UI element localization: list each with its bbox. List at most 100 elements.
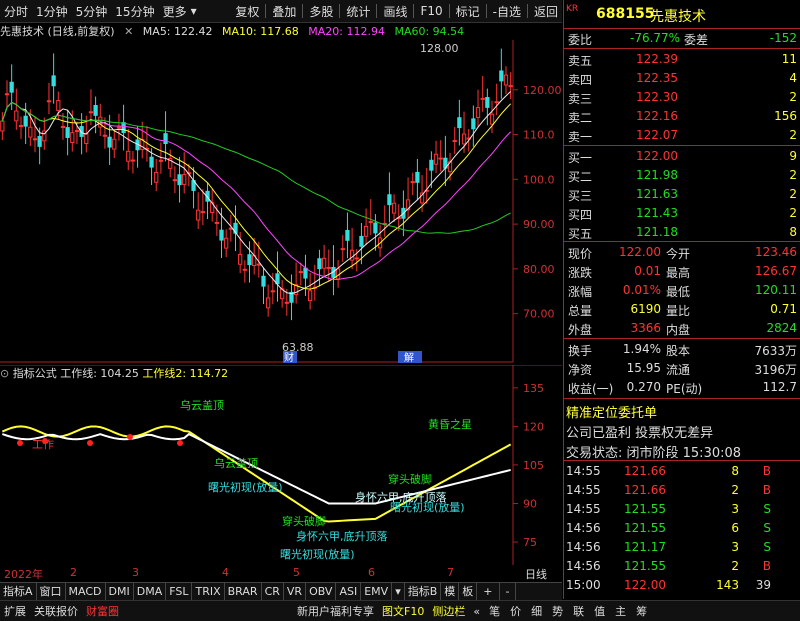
month-label: 7 <box>447 566 454 579</box>
quote-tab-zhu[interactable]: 主 <box>610 603 631 619</box>
candle-body <box>46 100 52 103</box>
indicator-name[interactable]: 指标公式 <box>13 367 57 380</box>
stats-button[interactable]: 统计 <box>342 3 374 20</box>
quote-tab-xi[interactable]: 细 <box>526 603 547 619</box>
tab-macd[interactable]: MACD <box>66 583 106 600</box>
tab-obv[interactable]: OBV <box>306 583 337 600</box>
sidebar-button[interactable]: 侧边栏 <box>428 603 469 619</box>
quote-tab-jia[interactable]: 价 <box>505 603 526 619</box>
bid-price[interactable]: 121.43 <box>636 206 678 220</box>
quote-tab-zhi[interactable]: 值 <box>589 603 610 619</box>
bid-label: 买五 <box>568 227 593 241</box>
ask-volume: 11 <box>781 52 797 66</box>
period-tab-15min[interactable]: 15分钟 <box>111 3 158 20</box>
bid-price[interactable]: 121.98 <box>636 168 678 182</box>
quote-panel: KR 688155 先惠技术 委比 -76.77% 委差 -152 卖五 122… <box>563 0 800 599</box>
high-price-annotation: 128.00 <box>420 42 459 55</box>
period-tab-1min[interactable]: 1分钟 <box>32 3 72 20</box>
tab-window[interactable]: 窗口 <box>37 583 66 600</box>
candle-body <box>200 211 206 214</box>
stat-value: 6190 <box>630 302 661 316</box>
tick-side: S <box>763 540 771 554</box>
stock-name[interactable]: 先惠技术 <box>650 6 706 26</box>
more-dropdown-icon[interactable]: ▾ <box>191 4 197 18</box>
period-tab-5min[interactable]: 5分钟 <box>72 3 112 20</box>
tick-time: 14:55 <box>566 464 601 478</box>
f10-graphic-button[interactable]: 图文F10 <box>378 603 428 619</box>
quote-tab-shi[interactable]: 势 <box>547 603 568 619</box>
ask-price[interactable]: 122.39 <box>636 52 678 66</box>
tab-dmi[interactable]: DMI <box>106 583 134 600</box>
tick-row: 15:00 122.00 143 39 <box>564 577 800 595</box>
overlay-button[interactable]: 叠加 <box>268 3 300 20</box>
signal-annotation: 黄昏之星 <box>428 417 472 431</box>
indicator-chart[interactable]: 1351201059075乌云盖顶乌云盖顶曙光初现(放量)黄昏之星穿头破脚身怀六… <box>0 365 562 565</box>
bid-row: 买五 121.18 8 <box>564 224 800 242</box>
tab-board[interactable]: 板 <box>459 583 478 600</box>
tab-indicator-a[interactable]: 指标A <box>0 583 37 600</box>
candle-body <box>415 171 420 183</box>
tab-indicator-b[interactable]: 指标B <box>405 583 442 600</box>
settings-icon[interactable]: ✕ <box>124 25 133 38</box>
f10-button[interactable]: F10 <box>416 4 446 18</box>
tab-asi[interactable]: ASI <box>336 583 362 600</box>
candle-body <box>298 271 303 274</box>
bid-price[interactable]: 121.63 <box>636 187 678 201</box>
stat2-row: 收益(一) 0.270 PE(动) 112.7 <box>564 379 800 397</box>
stat-value: 3196万 <box>754 363 797 377</box>
tab-cr[interactable]: CR <box>262 583 284 600</box>
expand-button[interactable]: 扩展 <box>0 603 30 619</box>
month-label: 3 <box>132 566 139 579</box>
fuquan-button[interactable]: 复权 <box>231 3 263 20</box>
tab-brar[interactable]: BRAR <box>225 583 262 600</box>
candle-body <box>503 74 509 86</box>
signal-annotation: 身怀六甲,底升顶落 <box>296 529 388 543</box>
draw-line-button[interactable]: 画线 <box>379 3 411 20</box>
tab-template[interactable]: 模 <box>441 583 460 600</box>
zoom-in-button[interactable]: + <box>477 583 500 600</box>
mark-button[interactable]: 标记 <box>452 3 484 20</box>
bid-row: 买四 121.43 2 <box>564 205 800 223</box>
candle-body <box>158 159 164 162</box>
sidebar-chevron-icon[interactable]: « <box>469 605 484 618</box>
kline-chart[interactable]: 120.00110.0100.090.0080.0070.00128.0063.… <box>0 40 562 365</box>
period-tab-more[interactable]: 更多 <box>159 3 191 20</box>
ask-price[interactable]: 122.35 <box>636 71 678 85</box>
candle-body <box>60 125 66 128</box>
back-button[interactable]: 返回 <box>530 3 562 20</box>
quote-tab-bi[interactable]: 笔 <box>484 603 505 619</box>
tab-vr[interactable]: VR <box>284 583 307 600</box>
stock-code[interactable]: 688155 <box>596 6 654 22</box>
bid-price[interactable]: 121.18 <box>636 225 678 239</box>
candle-body <box>182 174 187 185</box>
tick-volume: 3 <box>731 502 739 516</box>
period-tab-fenshi[interactable]: 分时 <box>0 3 32 20</box>
related-quote-button[interactable]: 关联报价 <box>30 603 82 619</box>
wealth-circle-button[interactable]: 财富圈 <box>82 603 123 619</box>
candle-body <box>172 179 178 182</box>
watchlist-button[interactable]: -自选 <box>489 3 525 20</box>
tab-scroll-arrow[interactable]: ▾ <box>392 583 405 600</box>
zoom-out-button[interactable]: - <box>500 583 517 600</box>
tick-volume: 143 <box>716 578 739 592</box>
order-locator-title[interactable]: 精准定位委托单 <box>566 402 657 421</box>
bid-volume: 2 <box>789 206 797 220</box>
order-ratio-row: 委比 -76.77% 委差 -152 <box>564 30 800 48</box>
ma20-label: MA20: 112.94 <box>308 25 385 38</box>
new-user-benefit-link[interactable]: 新用户福利专享 <box>293 603 378 619</box>
tab-fsl[interactable]: FSL <box>166 583 193 600</box>
ask-price[interactable]: 122.07 <box>636 128 678 142</box>
tab-dma[interactable]: DMA <box>134 583 167 600</box>
quote-tab-chou[interactable]: 筹 <box>631 603 652 619</box>
bid-price[interactable]: 122.00 <box>636 149 678 163</box>
stat-value: 126.67 <box>755 264 797 278</box>
ask-price[interactable]: 122.30 <box>636 90 678 104</box>
indicator-collapse-icon[interactable]: ⊙ <box>0 367 9 380</box>
multi-stock-button[interactable]: 多股 <box>305 3 337 20</box>
quote-tab-lian[interactable]: 联 <box>568 603 589 619</box>
tab-trix[interactable]: TRIX <box>192 583 225 600</box>
order-locator-row[interactable]: 精准定位委托单 <box>564 401 800 421</box>
candle-body <box>461 133 467 145</box>
ask-price[interactable]: 122.16 <box>636 109 678 123</box>
tab-emv[interactable]: EMV <box>361 583 393 600</box>
